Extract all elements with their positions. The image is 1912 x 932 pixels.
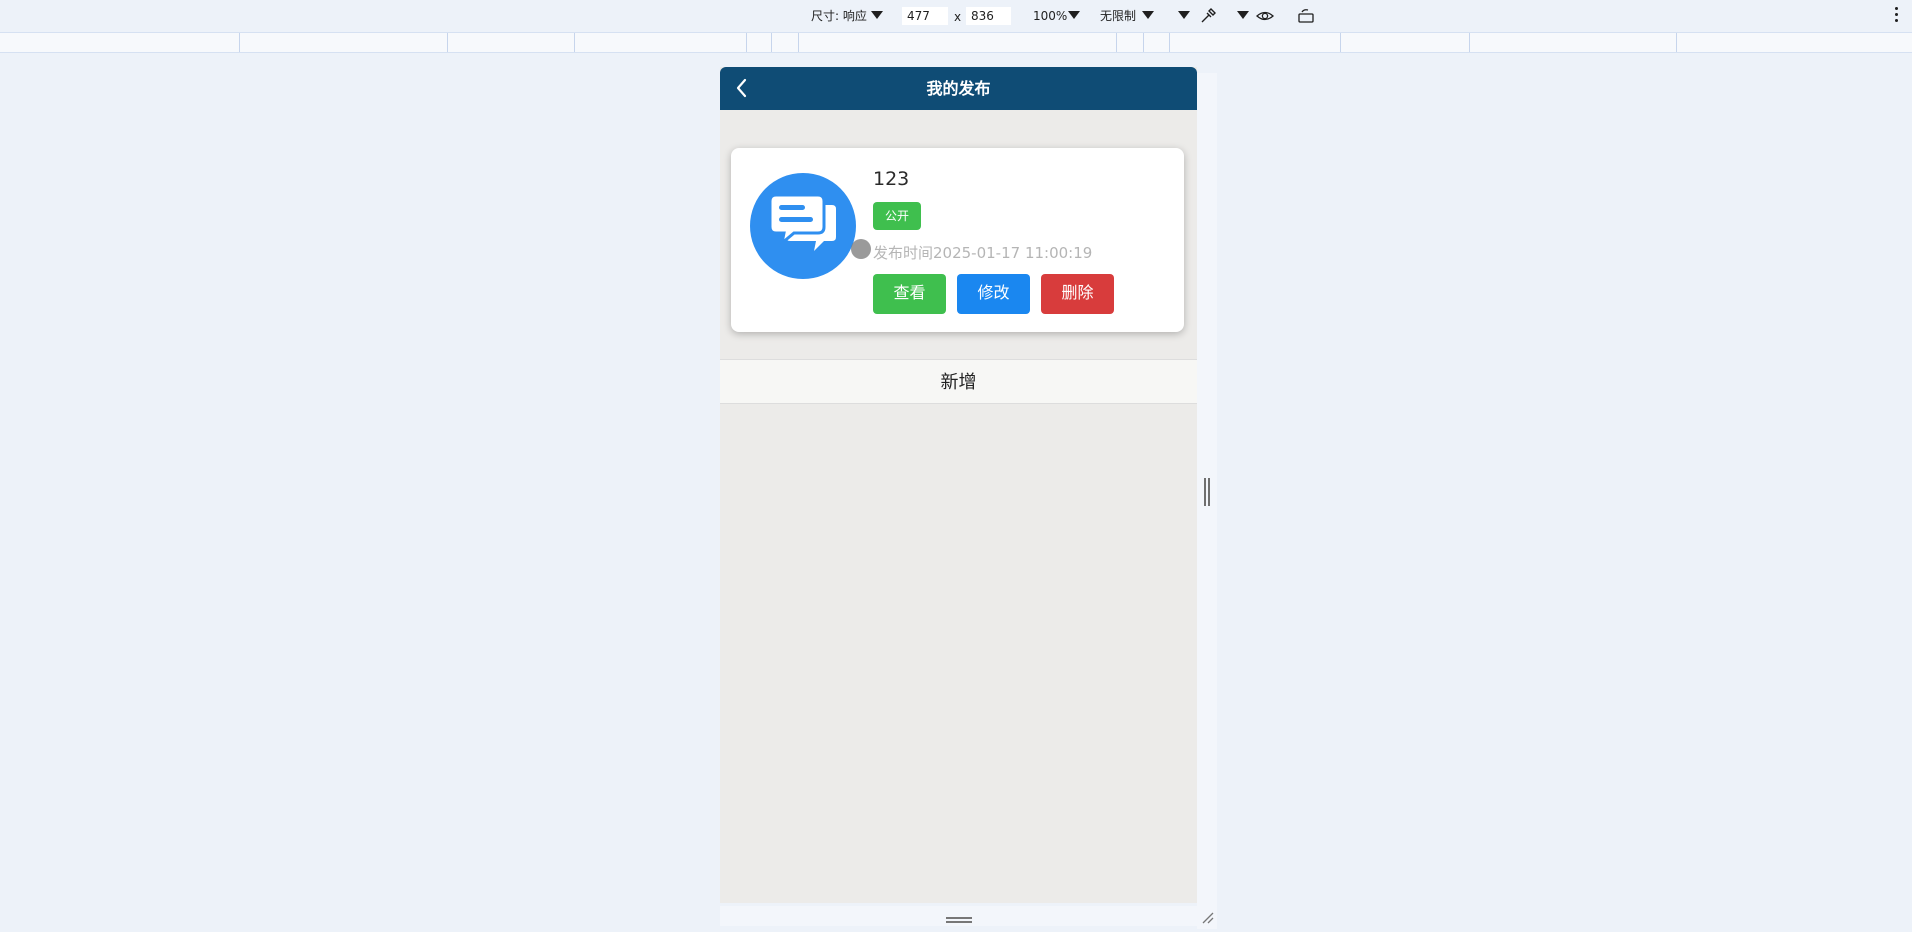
post-title: 123	[873, 168, 910, 190]
visibility-badge: 公开	[873, 202, 921, 230]
view-button[interactable]: 查看	[873, 274, 946, 314]
grip-line	[946, 917, 972, 919]
height-input[interactable]: 836	[966, 7, 1011, 25]
dimensions-label[interactable]: 尺寸: 响应	[811, 8, 867, 24]
ruler-tick	[1340, 33, 1341, 52]
more-options-dropdown-icon[interactable]	[1178, 11, 1190, 19]
page-title: 我的发布	[926, 79, 991, 98]
ruler-tick	[239, 33, 240, 52]
zoom-dropdown-icon[interactable]	[1068, 11, 1080, 19]
post-avatar	[750, 173, 856, 279]
dimension-times-label: x	[954, 10, 962, 24]
ruler-tick	[746, 33, 747, 52]
publish-time: 发布时间2025-01-17 11:00:19	[873, 244, 1093, 262]
ruler-tick	[1169, 33, 1170, 52]
rotate-device-icon[interactable]	[1296, 6, 1316, 26]
vision-dropdown-icon[interactable]	[1237, 11, 1249, 19]
ruler-tick	[574, 33, 575, 52]
app-header: 我的发布	[720, 67, 1197, 110]
media-query-ruler[interactable]	[0, 32, 1912, 53]
throttle-label[interactable]: 无限制	[1100, 8, 1136, 24]
ruler-tick	[798, 33, 799, 52]
grip-line	[946, 921, 972, 923]
ruler-tick	[447, 33, 448, 52]
ruler-tick	[1469, 33, 1470, 52]
device-viewport: 我的发布 123 公开 发布时间2025-01-17 11:00:19 查看 修…	[720, 67, 1197, 903]
kebab-menu-icon[interactable]	[1894, 7, 1898, 25]
add-button[interactable]: 新增	[720, 359, 1197, 404]
dimensions-dropdown-icon[interactable]	[871, 11, 883, 19]
devtools-device-toolbar: 尺寸: 响应 477 x 836 100% 无限制	[0, 0, 1912, 32]
ruler-tick	[771, 33, 772, 52]
throttle-dropdown-icon[interactable]	[1142, 11, 1154, 19]
resize-handle-bottom[interactable]	[720, 906, 1197, 926]
ruler-tick	[1143, 33, 1144, 52]
post-card: 123 公开 发布时间2025-01-17 11:00:19 查看 修改 删除	[731, 148, 1184, 332]
back-arrow-icon[interactable]	[730, 76, 754, 100]
zoom-label[interactable]: 100%	[1033, 8, 1067, 24]
resize-handle-right[interactable]	[1204, 478, 1210, 506]
delete-button[interactable]: 删除	[1041, 274, 1114, 314]
eyedropper-icon[interactable]	[1198, 6, 1218, 26]
edit-button[interactable]: 修改	[957, 274, 1030, 314]
ruler-tick	[1116, 33, 1117, 52]
touch-cursor-indicator	[851, 239, 871, 259]
ruler-tick	[1676, 33, 1677, 52]
width-input[interactable]: 477	[902, 7, 948, 25]
chat-bubbles-icon	[768, 193, 836, 251]
resize-corner-icon[interactable]	[1200, 910, 1214, 924]
eye-icon[interactable]	[1255, 6, 1275, 26]
